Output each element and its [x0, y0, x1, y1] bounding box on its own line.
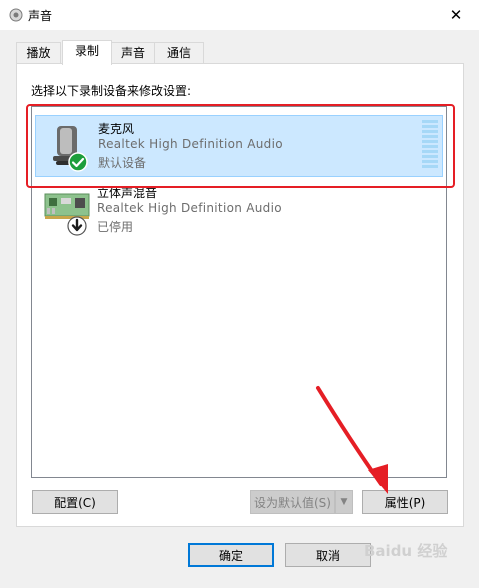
configure-button[interactable]: 配置(C)	[32, 490, 118, 514]
device-driver: Realtek High Definition Audio	[98, 137, 283, 151]
close-button[interactable]: ✕	[433, 0, 479, 30]
tab-recording[interactable]: 录制	[62, 40, 112, 65]
device-item-microphone[interactable]: 麦克风 Realtek High Definition Audio 默认设备	[35, 115, 443, 177]
tab-playback[interactable]: 播放	[16, 42, 61, 63]
device-status: 默认设备	[98, 156, 147, 170]
close-icon: ✕	[449, 6, 463, 24]
device-item-stereo-mix[interactable]: 立体声混音 Realtek High Definition Audio 已停用	[35, 180, 441, 240]
tab-sounds[interactable]: 声音	[111, 42, 155, 63]
level-meter	[422, 120, 438, 170]
device-list[interactable]: 麦克风 Realtek High Definition Audio 默认设备 立…	[31, 106, 447, 478]
device-status: 已停用	[97, 220, 134, 234]
down-arrow-badge-icon	[67, 216, 87, 236]
chevron-down-icon: ▼	[340, 497, 348, 507]
ok-button[interactable]: 确定	[188, 543, 274, 567]
properties-button[interactable]: 属性(P)	[362, 490, 448, 514]
title-bar: 声音 ✕	[0, 0, 479, 30]
cancel-button[interactable]: 取消	[285, 543, 371, 567]
speaker-icon	[9, 8, 23, 22]
window-title: 声音	[28, 9, 53, 23]
recording-panel: 选择以下录制设备来修改设置: 麦克风 Realtek High Definiti…	[16, 63, 464, 527]
device-name: 立体声混音	[97, 186, 158, 200]
device-name: 麦克风	[98, 122, 135, 136]
set-default-button[interactable]: 设为默认值(S)	[250, 490, 335, 514]
device-driver: Realtek High Definition Audio	[97, 201, 282, 215]
tab-communications[interactable]: 通信	[154, 42, 204, 63]
set-default-dropdown[interactable]: ▼	[335, 490, 353, 514]
watermark: Baidu 经验	[364, 542, 448, 560]
instruction-text: 选择以下录制设备来修改设置:	[31, 84, 192, 98]
check-badge-icon	[68, 152, 88, 172]
